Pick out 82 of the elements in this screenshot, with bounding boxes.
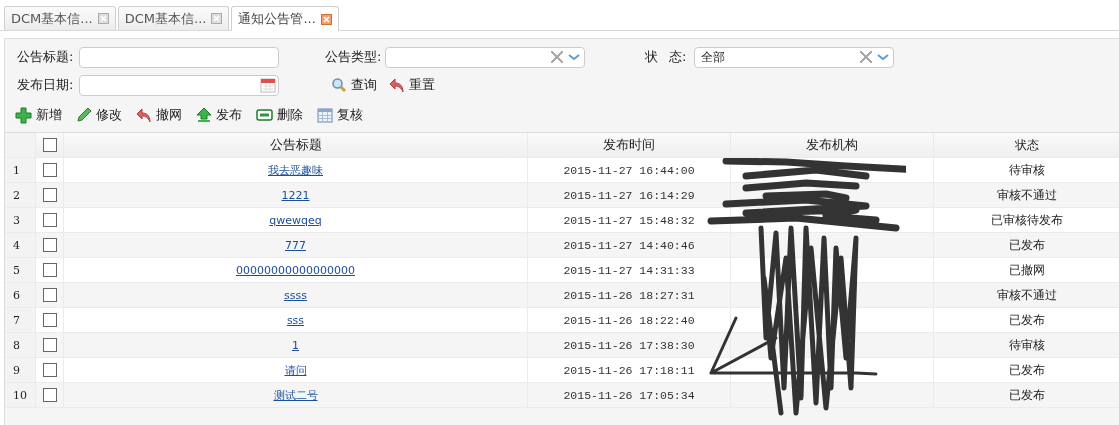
title-link[interactable]: sss [286,313,305,327]
calendar-icon[interactable] [260,77,276,93]
row-checkbox[interactable] [42,338,57,352]
row-checkbox[interactable] [42,363,57,377]
table-cell-text: 已发布 [1007,386,1046,404]
table-cell-text: 已发布 [1007,236,1046,254]
table-icon [317,107,333,123]
field-label: 状 [643,48,659,66]
table-cell: 2015-11-27 16:14:29 [528,183,731,207]
dropdown-field[interactable] [385,46,585,68]
column-header: 公告标题 [64,133,528,157]
date-field[interactable] [79,74,279,96]
table-cell: 2015-11-26 18:27:31 [528,283,731,307]
tab[interactable]: 通知公告管... [231,6,339,31]
query-button[interactable]: 查询 [325,74,383,96]
table-cell-text: 已审核待发布 [989,211,1064,229]
tab[interactable]: DCM基本信... [4,6,116,30]
row-checkbox[interactable] [42,288,57,302]
field-label: 发布日期: [17,76,75,94]
field-label: 态: [669,48,688,66]
row-checkbox[interactable] [42,213,57,227]
row-checkbox[interactable] [42,263,57,277]
row-checkbox[interactable] [42,238,57,252]
row-checkbox[interactable] [42,188,57,202]
add-button[interactable]: 新增 [9,104,68,126]
column-header: 发布机构 [731,133,934,157]
row-number: 5 [5,258,36,282]
table-cell-text: 已发布 [1007,311,1046,329]
title-link[interactable]: ssss [284,288,307,302]
input-field[interactable] [79,46,279,68]
table-cell-text: 已撤网 [1007,261,1046,279]
table-cell: 2015-11-26 17:38:30 [528,333,731,357]
plus-icon [15,106,32,124]
reset-button[interactable]: 重置 [383,74,441,96]
table-cell-text: 待审核 [1007,336,1046,354]
row-checkbox[interactable] [42,388,57,402]
select-all-checkbox[interactable] [42,138,57,152]
title-link[interactable]: 1221 [281,188,310,202]
undo-arrow-icon [389,77,405,93]
table-cell-text: 已发布 [1007,361,1046,379]
undo-arrow-icon [136,107,152,123]
delete-button[interactable]: 删除 [250,104,309,126]
table-cell-text: 审核不通过 [995,286,1058,304]
chevron-down-icon[interactable] [567,52,581,62]
title-link[interactable]: 测试二号 [273,387,318,403]
row-number: 1 [5,158,36,182]
withdraw-button[interactable]: 撤网 [130,104,188,126]
publish-button[interactable]: 发布 [190,104,248,126]
table-cell: 2015-11-26 17:18:11 [528,358,731,382]
column-header: 状态 [1013,136,1040,154]
field-label: 公告标题: [17,48,75,66]
column-header: 发布时间 [528,133,731,157]
title-link[interactable]: qwewqeq [269,213,322,227]
upload-arrow-icon [196,107,212,123]
table-cell: 2015-11-27 14:40:46 [528,233,731,257]
row-checkbox[interactable] [42,163,57,177]
minus-icon [256,109,273,121]
close-icon[interactable] [320,13,332,25]
chevron-down-icon[interactable] [876,52,890,62]
dropdown-field[interactable]: 全部 [694,46,894,68]
row-number: 3 [5,208,36,232]
row-checkbox[interactable] [42,313,57,327]
table-cell: 2015-11-27 16:44:00 [528,158,731,182]
review-button[interactable]: 复核 [311,104,369,126]
title-link[interactable]: 777 [285,238,306,252]
table-cell: 2015-11-27 14:31:33 [528,258,731,282]
edit-button[interactable]: 修改 [70,104,128,126]
table-cell-text: 审核不通过 [995,186,1058,204]
table-cell: 2015-11-26 18:22:40 [528,308,731,332]
row-number: 7 [5,308,36,332]
pencil-icon [76,107,92,123]
table-cell: 2015-11-27 15:48:32 [528,208,731,232]
table-cell-text: 待审核 [1007,161,1046,179]
search-icon [331,77,347,93]
tab[interactable]: DCM基本信... [117,6,230,30]
title-link[interactable]: 1 [292,338,299,352]
title-link[interactable]: 请问 [284,362,307,378]
title-link[interactable]: 我去恶趣味 [268,162,323,178]
row-number: 9 [5,358,36,382]
title-link[interactable]: 00000000000000000 [236,263,355,277]
field-label: 公告类型: [325,48,383,66]
table-cell: 2015-11-26 17:05:34 [528,383,731,407]
